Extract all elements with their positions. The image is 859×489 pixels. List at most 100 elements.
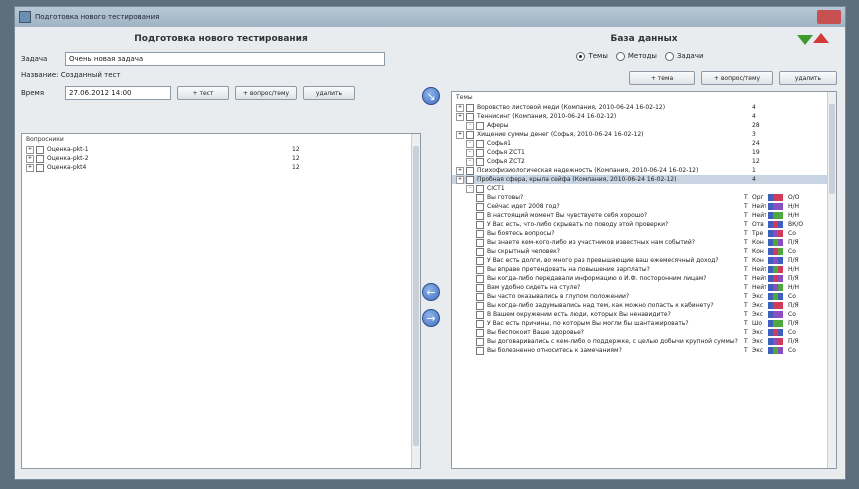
delete-button[interactable]: удалить <box>303 86 355 100</box>
question-row[interactable]: Сейчас идет 2008 год?TНейтН/Н <box>452 202 836 211</box>
tree-row[interactable]: - Аферы 28 <box>452 121 836 130</box>
checkbox[interactable] <box>36 154 44 163</box>
move-left-icon[interactable]: ← <box>422 283 440 301</box>
topics-tree-panel[interactable]: Темы + Воровство листовой меди (Компания,… <box>451 91 837 469</box>
radio-topics[interactable]: Темы <box>576 49 608 63</box>
expand-icon[interactable]: + <box>456 112 464 121</box>
checkbox[interactable] <box>476 157 484 166</box>
question-row[interactable]: У Вас есть долги, во много раз превышающ… <box>452 256 836 265</box>
title-bar: Подготовка нового тестирования <box>15 7 845 27</box>
add-topic-button[interactable]: + тема <box>629 71 695 85</box>
tree-row[interactable]: + Пробная сфера, крыла сейфа (Компания, 2… <box>452 175 836 184</box>
tree-row[interactable]: + Теннисинг (Компания, 2010-06-24 16-02-1… <box>452 112 836 121</box>
question-row[interactable]: Вы беспокоит Ваше здоровье? T Экс Со <box>452 328 836 337</box>
checkbox[interactable] <box>476 292 484 301</box>
list-item[interactable]: + Оценка-pkt-1 12 <box>22 145 420 154</box>
question-row[interactable]: В Вашем окружении есть люди, которых Вы … <box>452 310 836 319</box>
move-right-icon[interactable]: → <box>422 309 440 327</box>
add-question-topic-button[interactable]: + вопрос/тему <box>701 71 773 85</box>
question-row[interactable]: Вы часто оказывались в глупом положении?… <box>452 292 836 301</box>
expand-icon[interactable]: + <box>26 154 34 163</box>
add-test-button[interactable]: + тест <box>177 86 229 100</box>
scrollbar[interactable] <box>827 92 836 468</box>
checkbox[interactable] <box>476 319 484 328</box>
tree-row[interactable]: + Хищение суммы денег (Софья, 2010-06-24 … <box>452 130 836 139</box>
checkbox[interactable] <box>476 202 484 211</box>
checkbox[interactable] <box>476 229 484 238</box>
question-row[interactable]: Вы вправе претендовать на повышение зарп… <box>452 265 836 274</box>
question-row[interactable]: Вы договаривались с кем-либо о поддержке… <box>452 337 836 346</box>
checkbox[interactable] <box>476 274 484 283</box>
question-row[interactable]: Вы боятесь вопросы? T Тре Со <box>452 229 836 238</box>
checkbox[interactable] <box>466 112 474 121</box>
move-down-icon[interactable]: ↘ <box>422 87 440 105</box>
checkbox[interactable] <box>36 163 44 172</box>
add-question-button[interactable]: + вопрос/тему <box>235 86 297 100</box>
checkbox[interactable] <box>476 346 484 355</box>
question-row[interactable]: Вам удобно сидеть на стуле?TНейтН/Н <box>452 283 836 292</box>
checkbox[interactable] <box>476 337 484 346</box>
question-row[interactable]: У Вас есть причины, по которым Вы могли … <box>452 319 836 328</box>
tree-row[interactable]: - Софья ZCT1 19 <box>452 148 836 157</box>
expand-icon[interactable]: + <box>26 163 34 172</box>
tree-row[interactable]: - CICT1 <box>452 184 836 193</box>
window-title: Подготовка нового тестирования <box>35 13 160 21</box>
checkbox[interactable] <box>476 193 484 202</box>
tree-row[interactable]: - Софья ZCT2 12 <box>452 157 836 166</box>
checkbox[interactable] <box>476 121 484 130</box>
checkbox[interactable] <box>476 256 484 265</box>
expand-icon[interactable]: + <box>26 145 34 154</box>
checkbox[interactable] <box>466 175 474 184</box>
checkbox[interactable] <box>476 211 484 220</box>
expand-icon[interactable]: - <box>466 157 474 166</box>
checkbox[interactable] <box>476 139 484 148</box>
color-swatch <box>778 212 783 219</box>
checkbox[interactable] <box>476 238 484 247</box>
expand-icon[interactable]: + <box>456 130 464 139</box>
question-row[interactable]: Вы когда-либо задумывались над тем, как … <box>452 301 836 310</box>
checkbox[interactable] <box>476 220 484 229</box>
tree-row[interactable]: + Воровство листовой меди (Компания, 2010… <box>452 103 836 112</box>
scrollbar[interactable] <box>411 134 420 468</box>
expand-icon[interactable]: + <box>456 166 464 175</box>
question-row[interactable]: Вы болезненно относитесь к замечаниям? T Э… <box>452 346 836 355</box>
checkbox[interactable] <box>476 247 484 256</box>
task-input[interactable]: Очень новая задача <box>65 52 385 66</box>
question-row[interactable]: Вы знаете кем-кого-либо из участников из… <box>452 238 836 247</box>
tree-row[interactable]: - Софья1 24 <box>452 139 836 148</box>
expand-icon[interactable]: - <box>466 139 474 148</box>
upload-arrow-icon[interactable] <box>813 33 829 43</box>
question-row[interactable]: В настоящий момент Вы чувствуете себя хо… <box>452 211 836 220</box>
question-row[interactable]: У Вас есть, что-либо скрывать по поводу … <box>452 220 836 229</box>
checkbox[interactable] <box>476 184 484 193</box>
list-item[interactable]: + Оценка-pkt4 12 <box>22 163 420 172</box>
expand-icon[interactable]: + <box>456 103 464 112</box>
radio-group: Темы Методы Задачи <box>451 49 837 63</box>
checkbox[interactable] <box>476 310 484 319</box>
checkbox[interactable] <box>466 130 474 139</box>
close-button[interactable] <box>817 10 841 24</box>
checkbox[interactable] <box>476 301 484 310</box>
checkbox[interactable] <box>36 145 44 154</box>
delete-topic-button[interactable]: удалить <box>779 71 837 85</box>
tree-row[interactable]: + Психофизиологическая надежность (Компан… <box>452 166 836 175</box>
list-item[interactable]: + Оценка-pkt-2 12 <box>22 154 420 163</box>
expand-icon[interactable]: + <box>456 175 464 184</box>
checkbox[interactable] <box>466 103 474 112</box>
question-row[interactable]: Вы готовы? T Орг О/О <box>452 193 836 202</box>
radio-methods[interactable]: Методы <box>615 49 657 63</box>
checkbox[interactable] <box>476 265 484 274</box>
questionnaire-panel[interactable]: Вопросники + Оценка-pkt-1 12 + Оценка-pk… <box>21 133 421 469</box>
expand-icon[interactable]: - <box>466 121 474 130</box>
download-arrow-icon[interactable] <box>797 35 813 45</box>
radio-tasks[interactable]: Задачи <box>664 49 704 63</box>
expand-icon[interactable]: - <box>466 148 474 157</box>
checkbox[interactable] <box>476 328 484 337</box>
question-row[interactable]: Вы скрытный человек? T Кон Со <box>452 247 836 256</box>
question-row[interactable]: Вы когда-либо передавали информацию о И.… <box>452 274 836 283</box>
expand-icon[interactable]: - <box>466 184 474 193</box>
time-input[interactable]: 27.06.2012 14:00 <box>65 86 171 100</box>
checkbox[interactable] <box>476 283 484 292</box>
checkbox[interactable] <box>466 166 474 175</box>
checkbox[interactable] <box>476 148 484 157</box>
